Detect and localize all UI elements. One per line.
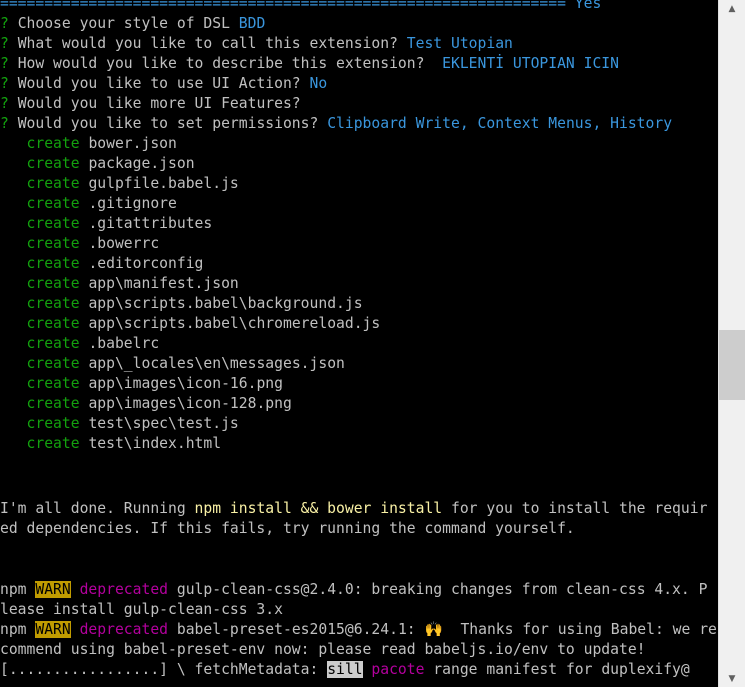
create-line: create test\index.html: [26, 435, 222, 452]
npm-warn-line: npm WARN deprecated gulp-clean-css@2.4.0…: [0, 581, 708, 598]
npm-warn-cont: lease install gulp-clean-css 3.x: [0, 601, 283, 618]
scroll-thumb[interactable]: [719, 330, 745, 400]
progress-line: [.................] \ fetchMetadata: sil…: [0, 661, 690, 678]
create-line: create app\images\icon-16.png: [26, 375, 283, 392]
prompt-line: ? Choose your style of DSL BDD: [0, 15, 266, 32]
warn-badge: WARN: [35, 581, 71, 598]
npm-warn-line: npm WARN deprecated babel-preset-es2015@…: [0, 621, 717, 638]
npm-warn-cont: commend using babel-preset-env now: plea…: [0, 641, 646, 658]
create-line: create gulpfile.babel.js: [26, 175, 239, 192]
separator-line: ========================================…: [0, 0, 602, 12]
create-line: create test\spec\test.js: [26, 415, 239, 432]
create-line: create app\_locales\en\messages.json: [26, 355, 345, 372]
create-line: create app\images\icon-128.png: [26, 395, 292, 412]
create-line: create package.json: [26, 155, 195, 172]
scroll-down-icon[interactable]: ▼: [719, 670, 745, 687]
prompt-line: ? What would you like to call this exten…: [0, 35, 513, 52]
warn-badge: WARN: [35, 621, 71, 638]
done-message: I'm all done. Running npm install && bow…: [0, 500, 708, 517]
sill-badge: sill: [327, 661, 363, 678]
done-message-cont: ed dependencies. If this fails, try runn…: [0, 520, 575, 537]
create-line: create .gitattributes: [26, 215, 213, 232]
prompt-line: ? Would you like to use UI Action? No: [0, 75, 328, 92]
prompt-line: ? How would you like to describe this ex…: [0, 55, 619, 72]
create-line: create .bowerrc: [26, 235, 160, 252]
create-line: create .babelrc: [26, 335, 160, 352]
create-line: create app\scripts.babel\background.js: [26, 295, 363, 312]
prompt-line: ? Would you like to set permissions? Cli…: [0, 115, 673, 132]
create-line: create app\scripts.babel\chromereload.js: [26, 315, 381, 332]
create-line: create .editorconfig: [26, 255, 204, 272]
vertical-scrollbar[interactable]: ▲ ▼: [718, 0, 745, 687]
terminal-window[interactable]: ========================================…: [0, 0, 718, 687]
create-line: create .gitignore: [26, 195, 177, 212]
prompt-line: ? Would you like more UI Features?: [0, 95, 301, 112]
create-line: create bower.json: [26, 135, 177, 152]
create-line: create app\manifest.json: [26, 275, 239, 292]
scroll-up-icon[interactable]: ▲: [719, 0, 745, 17]
